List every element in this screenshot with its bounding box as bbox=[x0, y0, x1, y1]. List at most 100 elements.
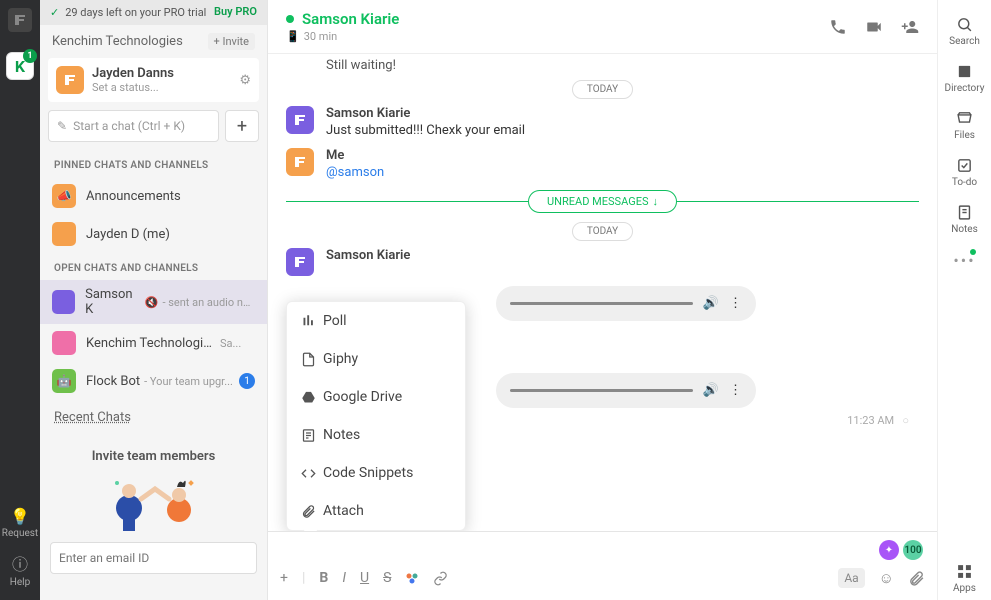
unread-badge: 1 bbox=[239, 373, 255, 389]
avatar-icon bbox=[286, 248, 314, 276]
avatar-icon bbox=[52, 290, 75, 314]
rail-apps[interactable]: Apps bbox=[938, 557, 991, 600]
more-icon[interactable]: ⋮ bbox=[729, 296, 742, 311]
mobile-icon: 📱 bbox=[286, 30, 300, 43]
attach-icon[interactable] bbox=[908, 570, 925, 587]
notes-icon bbox=[301, 428, 323, 443]
rail-more[interactable]: ••• bbox=[947, 245, 981, 276]
invite-title: Invite team members bbox=[50, 449, 257, 464]
files-icon bbox=[938, 110, 991, 127]
user-avatar bbox=[56, 66, 84, 94]
more-icon[interactable]: ⋮ bbox=[729, 383, 742, 398]
menu-item-giphy[interactable]: Giphy bbox=[287, 340, 465, 378]
app-badge[interactable]: ✦ bbox=[879, 540, 899, 560]
trial-banner: ✓ 29 days left on your PRO trial Buy PRO bbox=[40, 0, 267, 25]
call-icon[interactable] bbox=[829, 18, 847, 36]
notification-dot bbox=[970, 249, 976, 255]
rail-todo[interactable]: To-do bbox=[938, 151, 991, 194]
chat-header: Samson Kiarie 📱 30 min bbox=[268, 0, 937, 54]
count-badge[interactable]: 100 bbox=[903, 540, 923, 560]
pinned-item-self[interactable]: Jayden D (me) bbox=[40, 215, 267, 253]
strike-icon[interactable]: S bbox=[383, 570, 391, 586]
search-icon bbox=[938, 16, 991, 33]
message-author: Samson Kiarie bbox=[326, 248, 410, 263]
open-header: OPEN CHATS AND CHANNELS bbox=[40, 253, 267, 280]
avatar-icon bbox=[286, 148, 314, 176]
link-icon[interactable] bbox=[433, 571, 448, 586]
sidebar: ✓ 29 days left on your PRO trial Buy PRO… bbox=[40, 0, 268, 600]
message: Samson Kiarie Just submitted!!! Chexk yo… bbox=[286, 106, 919, 138]
plus-icon[interactable]: + bbox=[280, 570, 288, 586]
arrow-down-icon: ↓ bbox=[652, 195, 658, 208]
directory-icon bbox=[938, 63, 991, 80]
menu-item-notes[interactable]: Notes bbox=[287, 416, 465, 454]
add-person-icon[interactable] bbox=[901, 18, 919, 36]
chat-item-flockbot[interactable]: 🤖 Flock Bot - Your team upgr... 1 bbox=[40, 362, 267, 400]
message-text: Still waiting! bbox=[326, 58, 919, 73]
app-logo bbox=[8, 8, 32, 32]
menu-item-poll[interactable]: Poll bbox=[287, 302, 465, 340]
avatar-icon bbox=[52, 222, 76, 246]
menu-item-code[interactable]: Code Snippets bbox=[287, 454, 465, 492]
new-chat-button[interactable]: + bbox=[225, 110, 259, 142]
attach-menu: Poll Giphy Google Drive Notes Code Snipp… bbox=[286, 301, 466, 531]
recent-chats-link[interactable]: Recent Chats bbox=[40, 400, 267, 435]
workspace-count: 1 bbox=[23, 49, 37, 63]
message: Samson Kiarie bbox=[286, 248, 919, 276]
avatar-icon bbox=[52, 331, 76, 355]
rail-search[interactable]: Search bbox=[938, 10, 991, 53]
start-chat-input[interactable]: ✎ Start a chat (Ctrl + K) bbox=[48, 110, 219, 142]
buy-pro-link[interactable]: Buy PRO bbox=[214, 6, 257, 18]
chat-item-hub[interactable]: Kenchim Technologies Hub Sa... bbox=[40, 324, 267, 362]
poll-icon bbox=[301, 314, 323, 329]
message-author: Samson Kiarie bbox=[326, 106, 525, 121]
rail-notes[interactable]: Notes bbox=[938, 198, 991, 241]
invite-illustration bbox=[50, 472, 257, 532]
presence-dot bbox=[286, 15, 294, 23]
workspace-badge[interactable]: K 1 bbox=[6, 52, 34, 80]
invite-button[interactable]: + Invite bbox=[208, 33, 255, 50]
help-button[interactable]: ⓘ Help bbox=[10, 551, 30, 588]
pinned-item-announcements[interactable]: 📣 Announcements bbox=[40, 177, 267, 215]
compose-icon: ✎ bbox=[57, 119, 67, 133]
help-icon: ⓘ bbox=[10, 551, 30, 575]
chat-item-samson[interactable]: Samson K 🔇 - sent an audio note bbox=[40, 280, 267, 324]
trial-text: 29 days left on your PRO trial bbox=[65, 6, 214, 19]
app-rail: K 1 💡 Request ⓘ Help bbox=[0, 0, 40, 600]
speaker-icon[interactable]: 🔊 bbox=[703, 296, 719, 311]
invite-email-input[interactable] bbox=[50, 542, 257, 574]
org-name: Kenchim Technologies bbox=[52, 34, 183, 49]
video-icon[interactable] bbox=[865, 18, 883, 36]
bold-icon[interactable]: B bbox=[319, 570, 328, 586]
user-name: Jayden Danns bbox=[92, 66, 174, 81]
date-divider: TODAY bbox=[286, 223, 919, 238]
avatar-icon bbox=[286, 106, 314, 134]
chat-main: Samson Kiarie 📱 30 min Still waiting! TO… bbox=[268, 0, 937, 600]
mute-icon: 🔇 bbox=[145, 296, 159, 309]
rail-directory[interactable]: Directory bbox=[938, 57, 991, 100]
emoji-icon[interactable]: ☺ bbox=[879, 569, 894, 587]
request-button[interactable]: 💡 Request bbox=[2, 507, 38, 539]
right-rail: Search Directory Files To-do Notes ••• A… bbox=[937, 0, 991, 600]
current-user[interactable]: Jayden Danns Set a status... ⚙ bbox=[48, 58, 259, 102]
audio-message[interactable]: 🔊 ⋮ bbox=[496, 373, 756, 408]
date-divider: TODAY bbox=[286, 81, 919, 96]
italic-icon[interactable]: I bbox=[342, 570, 346, 586]
speaker-icon[interactable]: 🔊 bbox=[703, 383, 719, 398]
code-icon bbox=[301, 466, 323, 481]
audio-message[interactable]: 🔊 ⋮ bbox=[496, 286, 756, 321]
gdrive-icon bbox=[301, 390, 323, 405]
check-icon: ✓ bbox=[50, 6, 59, 19]
apps-icon bbox=[938, 563, 991, 580]
underline-icon[interactable]: U bbox=[360, 570, 369, 586]
color-icon[interactable] bbox=[405, 571, 419, 585]
menu-item-attach[interactable]: Attach bbox=[287, 492, 465, 530]
lightbulb-icon: 💡 bbox=[2, 507, 38, 526]
rail-files[interactable]: Files bbox=[938, 104, 991, 147]
attach-icon bbox=[301, 504, 323, 519]
gear-icon[interactable]: ⚙ bbox=[239, 73, 251, 88]
menu-item-gdrive[interactable]: Google Drive bbox=[287, 378, 465, 416]
format-toggle[interactable]: Aa bbox=[838, 568, 864, 588]
chat-title: Samson Kiarie bbox=[302, 10, 399, 28]
pinned-header: PINNED CHATS AND CHANNELS bbox=[40, 150, 267, 177]
